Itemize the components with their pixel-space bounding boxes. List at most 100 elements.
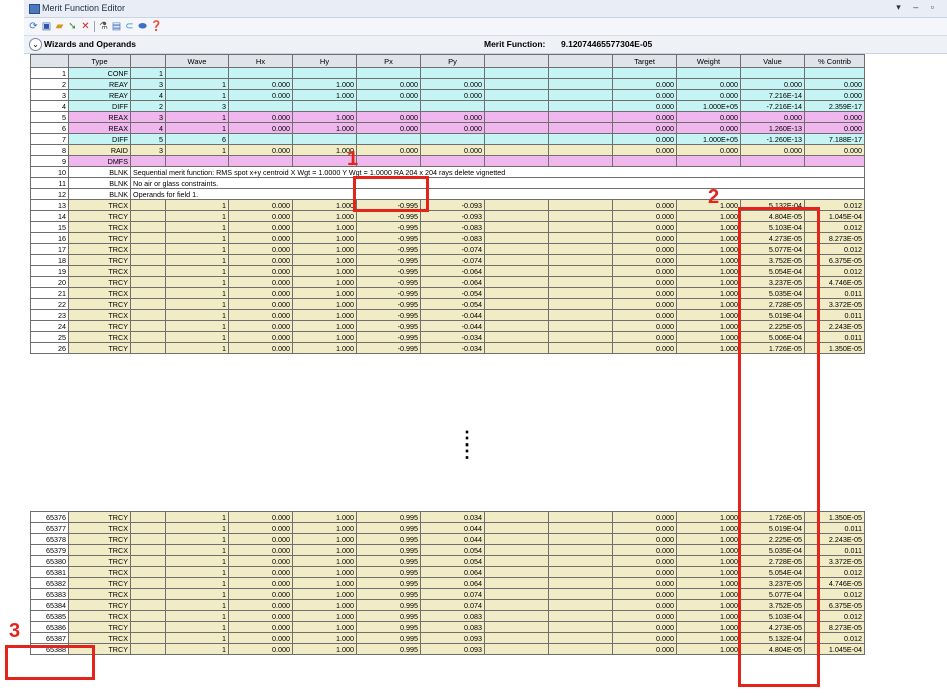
cell-type[interactable]: TRCX xyxy=(68,566,131,578)
cell-type[interactable]: TRCX xyxy=(68,287,131,299)
cell-hx[interactable]: 0.000 xyxy=(228,210,293,222)
cell-e2[interactable] xyxy=(548,144,613,156)
cell-c1[interactable]: 4 xyxy=(130,89,166,101)
cell-e1[interactable] xyxy=(484,511,549,523)
cell-wave[interactable]: 1 xyxy=(165,511,229,523)
cell-target[interactable]: 0.000 xyxy=(612,522,677,534)
cell-target[interactable]: 0.000 xyxy=(612,232,677,244)
cell-hy[interactable]: 1.000 xyxy=(292,533,357,545)
cell-target[interactable]: 0.000 xyxy=(612,298,677,310)
cell-e1[interactable] xyxy=(484,78,549,90)
cell-hy[interactable]: 1.000 xyxy=(292,632,357,644)
cell-type[interactable]: TRCY xyxy=(68,599,131,611)
cell-wave[interactable]: 1 xyxy=(165,122,229,134)
cell-px[interactable]: -0.995 xyxy=(356,309,421,321)
cell-px[interactable]: 0.995 xyxy=(356,610,421,622)
cell-target[interactable]: 0.000 xyxy=(612,89,677,101)
cell-target[interactable]: 0.000 xyxy=(612,320,677,332)
cell-e1[interactable] xyxy=(484,320,549,332)
cell-hx[interactable]: 0.000 xyxy=(228,232,293,244)
cell-hx[interactable]: 0.000 xyxy=(228,243,293,255)
cell-e1[interactable] xyxy=(484,566,549,578)
cell-px[interactable]: -0.995 xyxy=(356,298,421,310)
cell-weight[interactable]: 0.000 xyxy=(676,111,741,123)
cell-e1[interactable] xyxy=(484,89,549,101)
cell-c1[interactable] xyxy=(130,155,166,167)
cell-type[interactable]: TRCY xyxy=(68,210,131,222)
cell-type[interactable]: RAID xyxy=(68,144,131,156)
cell-type[interactable]: TRCX xyxy=(68,221,131,233)
cell-hx[interactable]: 0.000 xyxy=(228,566,293,578)
cell-c1[interactable]: 3 xyxy=(130,144,166,156)
cell-value[interactable]: -1.260E-13 xyxy=(740,133,805,145)
cell-px[interactable]: -0.995 xyxy=(356,265,421,277)
cell-e2[interactable] xyxy=(548,254,613,266)
cell-target[interactable]: 0.000 xyxy=(612,254,677,266)
cell-py[interactable] xyxy=(420,67,485,79)
cell-py[interactable]: -0.083 xyxy=(420,221,485,233)
cell-c1[interactable] xyxy=(130,254,166,266)
cell-c1[interactable]: 5 xyxy=(130,133,166,145)
cell-e2[interactable] xyxy=(548,243,613,255)
cell-c1[interactable] xyxy=(130,610,166,622)
cell-hx[interactable]: 0.000 xyxy=(228,265,293,277)
cell-wave[interactable]: 1 xyxy=(165,643,229,655)
cell-e2[interactable] xyxy=(548,276,613,288)
cell-target[interactable]: 0.000 xyxy=(612,122,677,134)
cell-px[interactable]: 0.000 xyxy=(356,144,421,156)
cell-type[interactable]: DIFF xyxy=(68,100,131,112)
cell-target[interactable]: 0.000 xyxy=(612,566,677,578)
cell-weight[interactable] xyxy=(676,67,741,79)
cell-wave[interactable]: 1 xyxy=(165,544,229,556)
cell-e1[interactable] xyxy=(484,276,549,288)
cell-hx[interactable]: 0.000 xyxy=(228,533,293,545)
cell-hx[interactable]: 0.000 xyxy=(228,309,293,321)
cell-type[interactable]: TRCY xyxy=(68,276,131,288)
cell-type[interactable]: DMFS xyxy=(68,155,131,167)
cell-contrib[interactable]: 2.359E-17 xyxy=(804,100,865,112)
cell-e1[interactable] xyxy=(484,254,549,266)
cell-c1[interactable]: 3 xyxy=(130,111,166,123)
cell-wave[interactable]: 3 xyxy=(165,100,229,112)
cell-target[interactable]: 0.000 xyxy=(612,100,677,112)
cell-py[interactable] xyxy=(420,100,485,112)
cell-e1[interactable] xyxy=(484,599,549,611)
cell-e2[interactable] xyxy=(548,67,613,79)
cell-target[interactable]: 0.000 xyxy=(612,544,677,556)
cell-target[interactable]: 0.000 xyxy=(612,511,677,523)
cell-py[interactable]: 0.074 xyxy=(420,599,485,611)
cell-target[interactable]: 0.000 xyxy=(612,309,677,321)
chevron-down-icon[interactable]: ⌄ xyxy=(29,38,42,51)
cell-weight[interactable]: 0.000 xyxy=(676,89,741,101)
cell-comment[interactable]: No air or glass constraints. xyxy=(130,177,865,189)
cell-hy[interactable]: 1.000 xyxy=(292,243,357,255)
cell-type[interactable]: TRCX xyxy=(68,544,131,556)
table-row[interactable]: 7 DIFF 5 6 0.000 1.000E+05 -1.260E-13 7.188E-17 xyxy=(30,133,865,145)
save-icon[interactable]: ▣ xyxy=(41,21,52,32)
cell-weight[interactable]: 1.000 xyxy=(676,566,741,578)
cell-wave[interactable]: 1 xyxy=(165,331,229,343)
cell-hy[interactable] xyxy=(292,67,357,79)
cell-hx[interactable]: 0.000 xyxy=(228,254,293,266)
cell-hx[interactable] xyxy=(228,133,293,145)
cell-type[interactable]: TRCX xyxy=(68,632,131,644)
cell-target[interactable]: 0.000 xyxy=(612,555,677,567)
cell-e2[interactable] xyxy=(548,265,613,277)
delete-icon[interactable]: ✕ xyxy=(80,21,91,32)
cell-wave[interactable]: 1 xyxy=(165,199,229,211)
cell-type[interactable]: TRCX xyxy=(68,588,131,600)
cell-c1[interactable]: 3 xyxy=(130,78,166,90)
cell-hy[interactable]: 1.000 xyxy=(292,78,357,90)
cell-wave[interactable]: 1 xyxy=(165,210,229,222)
cell-hx[interactable]: 0.000 xyxy=(228,632,293,644)
cell-hy[interactable]: 1.000 xyxy=(292,566,357,578)
cell-e1[interactable] xyxy=(484,588,549,600)
cell-hy[interactable]: 1.000 xyxy=(292,122,357,134)
cell-c1[interactable] xyxy=(130,555,166,567)
cell-weight[interactable]: 1.000 xyxy=(676,254,741,266)
cell-c1[interactable] xyxy=(130,522,166,534)
cell-wave[interactable]: 1 xyxy=(165,265,229,277)
cell-type[interactable]: REAX xyxy=(68,122,131,134)
cell-c1[interactable] xyxy=(130,243,166,255)
link-icon[interactable]: ⊂ xyxy=(124,21,135,32)
